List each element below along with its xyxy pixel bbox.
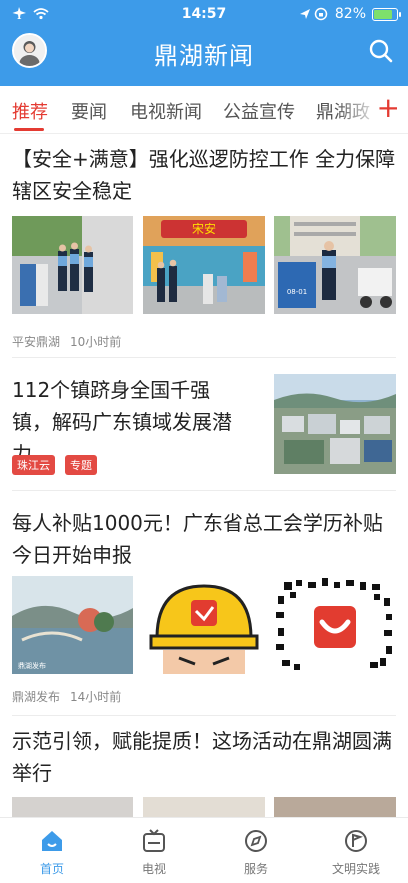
news-thumbnail: 08-01 bbox=[274, 216, 396, 314]
news-feed: 【安全+满意】强化巡逻防控工作 全力保障辖区安全稳定 宋安 08-01 平安鼎湖… bbox=[0, 135, 408, 817]
tab-public-service[interactable]: 公益宣传 bbox=[223, 98, 295, 124]
news-title: 示范引领，赋能提质！这场活动在鼎湖圆满举行 bbox=[12, 729, 392, 785]
battery-icon bbox=[372, 7, 401, 21]
news-thumbnail: 宋安 bbox=[143, 216, 265, 314]
item-divider bbox=[12, 715, 396, 716]
town-aerial-photo bbox=[274, 374, 396, 474]
news-item[interactable]: 示范引领，赋能提质！这场活动在鼎湖圆满举行 bbox=[0, 725, 408, 817]
checkpoint-photo: 08-01 bbox=[274, 216, 396, 314]
home-icon bbox=[42, 831, 62, 851]
news-title: 每人补贴1000元！广东省总工会学历补贴今日开始申报 bbox=[12, 511, 383, 567]
news-thumbnail bbox=[274, 797, 396, 817]
news-source: 鼎湖发布 bbox=[12, 690, 61, 704]
add-channel-button[interactable]: + bbox=[377, 92, 400, 124]
tab-tv-label: 电视 bbox=[141, 862, 166, 876]
news-item[interactable]: 112个镇跻身全国千强镇，解码广东镇域发展潜力 珠江云 专题 bbox=[0, 358, 408, 491]
tab-home-label: 首页 bbox=[39, 862, 64, 876]
police-patrol-photo bbox=[12, 216, 133, 314]
news-thumbnail bbox=[12, 216, 133, 314]
news-item[interactable]: 【安全+满意】强化巡逻防控工作 全力保障辖区安全稳定 宋安 08-01 平安鼎湖… bbox=[0, 143, 408, 358]
news-title: 112个镇跻身全国千强镇，解码广东镇域发展潜力 bbox=[12, 378, 232, 466]
news-thumbnail bbox=[143, 576, 265, 674]
school-gate-photo: 宋安 bbox=[143, 216, 265, 314]
channel-tabs: 推荐 要闻 电视新闻 公益宣传 鼎湖政 + bbox=[0, 86, 408, 134]
news-thumbnail: 鼎湖发布 bbox=[12, 576, 133, 674]
battery-fill bbox=[374, 9, 393, 19]
tab-tv-news[interactable]: 电视新闻 bbox=[130, 98, 202, 124]
photo-credit-text: 鼎湖发布 bbox=[18, 661, 46, 670]
tab-tv[interactable]: 电视 bbox=[124, 828, 184, 877]
location-lock-icon bbox=[299, 7, 328, 21]
news-item[interactable]: 每人补贴1000元！广东省总工会学历补贴今日开始申报 鼎湖发布 鼎湖发布 14小… bbox=[0, 507, 408, 725]
tabs-fade bbox=[336, 86, 382, 133]
tab-service[interactable]: 服务 bbox=[226, 828, 286, 877]
hardhat-mascot-image bbox=[143, 576, 265, 674]
news-thumbnail bbox=[12, 797, 133, 817]
news-tags: 珠江云 专题 bbox=[12, 455, 97, 475]
news-thumbnail bbox=[274, 576, 396, 674]
news-tag: 专题 bbox=[65, 455, 97, 475]
tab-headlines[interactable]: 要闻 bbox=[71, 98, 107, 124]
news-meta: 鼎湖发布 14小时前 bbox=[12, 688, 121, 705]
active-tab-indicator bbox=[14, 128, 44, 131]
tab-service-label: 服务 bbox=[243, 862, 268, 876]
status-bar: 14:57 82% bbox=[0, 0, 408, 28]
search-icon bbox=[369, 39, 393, 63]
news-title: 【安全+满意】强化巡逻防控工作 全力保障辖区安全稳定 bbox=[12, 147, 396, 203]
search-button[interactable] bbox=[368, 38, 394, 64]
qr-code-image bbox=[274, 576, 396, 674]
plate-text: 08-01 bbox=[287, 288, 307, 296]
tab-civic-practice[interactable]: 文明实践 bbox=[326, 828, 386, 877]
news-meta: 平安鼎湖 10小时前 bbox=[12, 333, 121, 350]
news-time: 14小时前 bbox=[70, 690, 122, 704]
status-right-icons: 82% bbox=[299, 6, 401, 22]
lake-bridge-photo: 鼎湖发布 bbox=[12, 576, 133, 674]
tab-civic-label: 文明实践 bbox=[331, 862, 380, 876]
news-tag: 珠江云 bbox=[12, 455, 55, 475]
app-title: 鼎湖新闻 bbox=[154, 42, 254, 70]
flag-circle-icon bbox=[345, 830, 367, 852]
news-thumbnail bbox=[274, 374, 396, 474]
tab-recommend[interactable]: 推荐 bbox=[12, 98, 48, 124]
board-banner-text: 宋安 bbox=[192, 221, 216, 236]
news-source: 平安鼎湖 bbox=[12, 335, 61, 349]
bottom-tab-bar: 首页 电视 服务 文明实践 bbox=[0, 817, 408, 883]
news-thumbnail bbox=[143, 797, 265, 817]
tab-home[interactable]: 首页 bbox=[22, 828, 82, 877]
item-divider bbox=[12, 490, 396, 491]
news-time: 10小时前 bbox=[70, 335, 122, 349]
tv-icon bbox=[143, 829, 165, 852]
app-header: 14:57 82% 鼎湖新闻 bbox=[0, 0, 408, 86]
compass-icon bbox=[245, 830, 267, 852]
battery-percent: 82% bbox=[334, 6, 366, 22]
